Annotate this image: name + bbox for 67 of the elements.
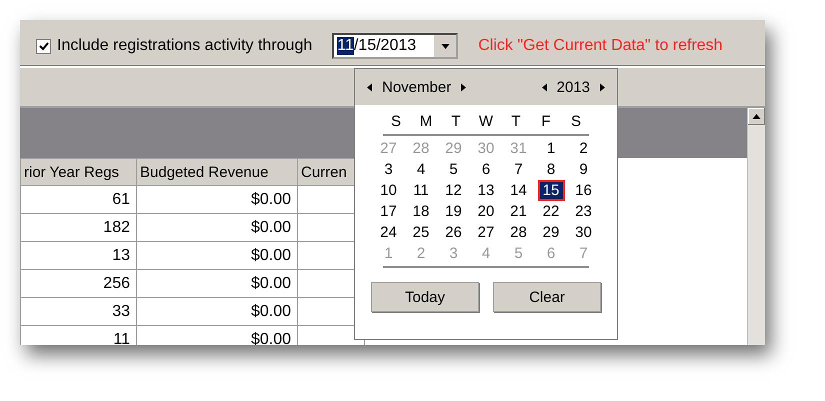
calendar-day[interactable]: 4	[408, 159, 434, 180]
up-arrow-icon	[752, 114, 761, 119]
calendar-day[interactable]: 7	[505, 159, 532, 180]
calendar-day[interactable]: 10	[375, 180, 402, 201]
calendar-day[interactable]: 28	[505, 222, 532, 243]
calendar-day[interactable]: 19	[440, 201, 467, 222]
checkbox[interactable]	[36, 38, 51, 54]
previous-year-button[interactable]	[542, 82, 547, 92]
table-cell: 13	[20, 242, 136, 270]
column-header[interactable]: rior Year Regs	[20, 158, 136, 186]
calendar-day[interactable]: 25	[408, 222, 434, 243]
calendar-day[interactable]: 22	[538, 201, 564, 222]
calendar-day[interactable]: 9	[570, 159, 597, 180]
weekday-label: S	[570, 112, 582, 132]
clear-button[interactable]: Clear	[493, 282, 601, 312]
table-cell: $0.00	[136, 298, 298, 326]
next-year-button[interactable]	[600, 82, 605, 92]
calendar-day[interactable]: 27	[472, 222, 500, 243]
weekday-label: W	[478, 112, 494, 132]
table-cell: 11	[20, 326, 136, 345]
column-header[interactable]: Budgeted Revenue	[136, 158, 298, 186]
calendar-day[interactable]: 2	[570, 138, 597, 159]
calendar-day[interactable]: 15	[538, 180, 564, 201]
calendar-day[interactable]: 18	[408, 201, 434, 222]
calendar-day[interactable]: 29	[538, 222, 564, 243]
calendar-day[interactable]: 23	[570, 201, 597, 222]
table-cell: $0.00	[136, 270, 298, 298]
scroll-up-button[interactable]	[748, 108, 765, 125]
month-label: November	[382, 78, 452, 96]
weekday-label: T	[510, 112, 522, 132]
refresh-hint: Click "Get Current Data" to refresh	[478, 37, 723, 55]
table-cell: $0.00	[136, 214, 298, 242]
weekday-label: T	[450, 112, 462, 132]
table-cell: $0.00	[136, 242, 298, 270]
calendar-day[interactable]: 13	[472, 180, 500, 201]
year-label: 2013	[556, 78, 590, 96]
calendar-day[interactable]: 1	[538, 138, 564, 159]
date-field[interactable]: 11/15/2013	[332, 33, 458, 59]
calendar-day[interactable]: 24	[375, 222, 402, 243]
calendar-day[interactable]: 21	[505, 201, 532, 222]
calendar-day[interactable]: 30	[570, 222, 597, 243]
table-cell: 33	[20, 298, 136, 326]
today-button[interactable]: Today	[371, 282, 479, 312]
dropdown-button[interactable]	[433, 35, 456, 57]
calendar-day[interactable]: 6	[472, 159, 500, 180]
caret-icon	[440, 44, 450, 48]
weekday-label: S	[390, 112, 402, 132]
scrollbar[interactable]	[747, 108, 765, 345]
table-cell: 61	[20, 186, 136, 214]
checkbox-label: Include registrations activity through	[57, 37, 312, 55]
calendar-day[interactable]: 3	[375, 159, 402, 180]
next-month-button[interactable]	[461, 82, 466, 92]
table-cell: 182	[20, 214, 136, 242]
calendar-day[interactable]: 14	[505, 180, 532, 201]
weekday-label: F	[540, 112, 552, 132]
weekday-label: M	[418, 112, 434, 132]
table-cell: $0.00	[136, 186, 298, 214]
calendar-day[interactable]: 20	[472, 201, 500, 222]
calendar-day[interactable]: 16	[570, 180, 597, 201]
calendar-day[interactable]: 26	[440, 222, 467, 243]
calendar-day[interactable]: 8	[538, 159, 564, 180]
calendar-day[interactable]: 5	[440, 159, 467, 180]
table-cell: 256	[20, 270, 136, 298]
calendar-day[interactable]: 17	[375, 201, 402, 222]
calendar-day[interactable]: 11	[408, 180, 434, 201]
calendar-day[interactable]: 12	[440, 180, 467, 201]
previous-month-button[interactable]	[367, 82, 372, 92]
